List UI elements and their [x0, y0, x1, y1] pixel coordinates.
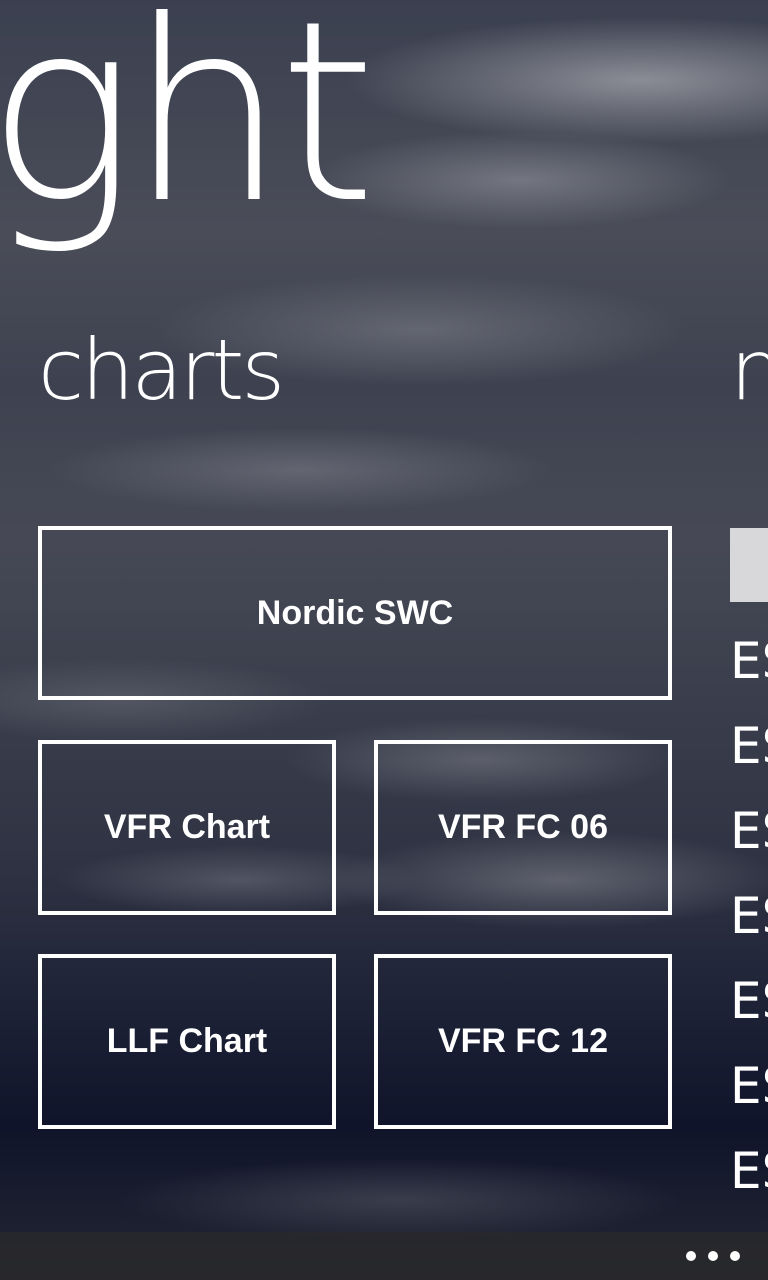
section-title-charts: charts [38, 321, 285, 419]
list-item[interactable]: ES [730, 800, 768, 885]
list-item[interactable]: ES [730, 630, 768, 715]
ellipsis-dot [730, 1251, 740, 1261]
app-bar [0, 1232, 768, 1280]
ellipsis-icon[interactable] [686, 1240, 740, 1272]
ellipsis-dot [686, 1251, 696, 1261]
list-item[interactable]: ES [730, 1140, 768, 1225]
app-screen: ght charts n Nordic SWC VFR Chart VFR FC… [0, 0, 768, 1280]
nordic-swc-tile[interactable]: Nordic SWC [38, 526, 672, 700]
tile-label: Nordic SWC [256, 593, 454, 632]
vfr-fc-12-tile[interactable]: VFR FC 12 [374, 954, 672, 1129]
next-section-title-peek[interactable]: n [730, 328, 768, 412]
tile-label: VFR FC 12 [437, 1022, 609, 1060]
list-item[interactable]: ES [730, 715, 768, 800]
list-item[interactable]: ES [730, 885, 768, 970]
ellipsis-dot [708, 1251, 718, 1261]
list-item[interactable]: ES [730, 970, 768, 1055]
list-item[interactable]: ES [730, 1055, 768, 1140]
vfr-chart-tile[interactable]: VFR Chart [38, 740, 336, 915]
next-section-list-peek: ES ES ES ES ES ES ES [730, 630, 768, 1225]
tile-label: VFR Chart [103, 808, 271, 846]
tile-label: LLF Chart [106, 1022, 268, 1060]
llf-chart-tile[interactable]: LLF Chart [38, 954, 336, 1129]
panorama-title: ght [0, 0, 376, 258]
next-section-input-peek[interactable] [730, 528, 768, 602]
vfr-fc-06-tile[interactable]: VFR FC 06 [374, 740, 672, 915]
tile-label: VFR FC 06 [437, 808, 609, 846]
